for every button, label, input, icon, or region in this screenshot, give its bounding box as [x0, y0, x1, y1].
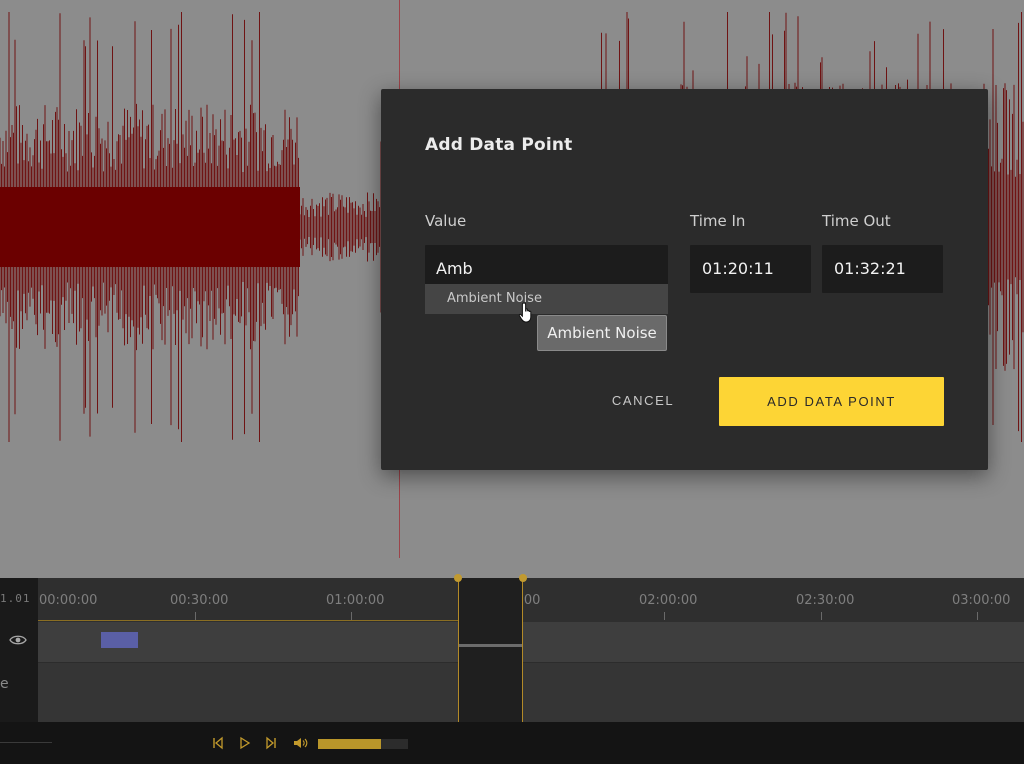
- suggestion-tooltip: Ambient Noise: [537, 315, 667, 351]
- volume-level: [318, 739, 381, 749]
- volume-icon[interactable]: [293, 736, 309, 750]
- transport-bar: [0, 722, 1024, 764]
- selection-start-handle[interactable]: [454, 574, 462, 582]
- tick-label: 01:00:00: [326, 593, 385, 608]
- skip-forward-icon[interactable]: [265, 736, 277, 750]
- hand-pointer-icon: [518, 302, 532, 323]
- tick-mark: [977, 612, 978, 620]
- tick-label: 00:30:00: [170, 593, 229, 608]
- track-row-2[interactable]: [38, 662, 1024, 722]
- tick-mark: [664, 612, 665, 620]
- value-label: Value: [425, 212, 467, 230]
- tick-label: 00:00:00: [39, 593, 98, 608]
- time-out-label: Time Out: [822, 212, 891, 230]
- dialog-title: Add Data Point: [425, 135, 573, 155]
- track-row-1[interactable]: [38, 622, 1024, 662]
- selection-end-handle[interactable]: [519, 574, 527, 582]
- data-point-marker[interactable]: [101, 632, 138, 648]
- autocomplete-suggestion[interactable]: Ambient Noise: [425, 284, 668, 314]
- selection-guide-line: [38, 620, 523, 621]
- tick-label: 03:00:00: [952, 593, 1011, 608]
- add-data-point-dialog: Add Data Point Value Time In Time Out Am…: [381, 89, 988, 470]
- track-2-label: e: [0, 676, 9, 692]
- selection-region[interactable]: [454, 574, 527, 722]
- transport-divider: [0, 742, 52, 743]
- cancel-button[interactable]: CANCEL: [601, 389, 685, 413]
- volume-slider[interactable]: [318, 739, 408, 749]
- eye-icon[interactable]: [9, 634, 27, 646]
- add-data-point-button[interactable]: ADD DATA POINT: [719, 377, 944, 426]
- ruler-timecode: 1.01: [0, 592, 31, 605]
- time-in-input[interactable]: 01:20:11: [690, 245, 811, 293]
- tick-label: 02:30:00: [796, 593, 855, 608]
- tick-label: 02:00:00: [639, 593, 698, 608]
- skip-back-icon[interactable]: [212, 736, 224, 750]
- tick-mark: [351, 612, 352, 620]
- timeline: 1.01 00:00:00 00:30:00 01:00:00 01:30:00…: [0, 574, 1024, 722]
- tick-mark: [821, 612, 822, 620]
- play-icon[interactable]: [239, 736, 251, 750]
- selection-segment: [459, 644, 522, 647]
- time-out-input[interactable]: 01:32:21: [822, 245, 943, 293]
- time-in-label: Time In: [690, 212, 746, 230]
- tick-mark: [195, 612, 196, 620]
